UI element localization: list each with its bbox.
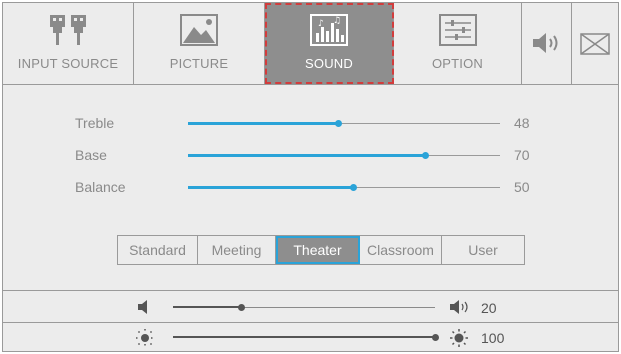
volume-slider-knob[interactable]	[238, 304, 245, 311]
tab-label: PICTURE	[169, 56, 229, 71]
volume-row: 20	[3, 290, 618, 322]
speaker-mute-icon	[136, 299, 150, 320]
picture-icon	[179, 13, 219, 52]
balance-slider-fill	[188, 186, 353, 189]
brightness-slider-knob[interactable]	[432, 334, 439, 341]
tab-picture[interactable]: PICTURE	[134, 3, 265, 84]
svg-text:♪: ♪	[318, 19, 324, 29]
brightness-high-icon	[449, 329, 469, 352]
mode-classroom[interactable]: Classroom	[360, 236, 442, 264]
volume-slider[interactable]	[173, 304, 435, 311]
svg-text:♫: ♫	[333, 16, 341, 26]
base-slider-fill	[188, 154, 425, 157]
brightness-value: 100	[481, 330, 505, 346]
base-label: Base	[75, 147, 107, 163]
mode-standard[interactable]: Standard	[118, 236, 198, 264]
mail-icon	[580, 33, 610, 60]
volume-value: 20	[481, 300, 497, 316]
brightness-slider[interactable]	[173, 334, 439, 341]
treble-slider-row: Treble 48	[3, 113, 618, 133]
input-source-icon	[48, 13, 88, 52]
mode-user[interactable]: User	[442, 236, 524, 264]
base-slider[interactable]	[188, 152, 500, 159]
tab-input-source[interactable]: INPUT SOURCE	[3, 3, 134, 84]
tab-label: INPUT SOURCE	[17, 56, 119, 71]
sound-panel: Treble 48 Base 70 Balance 50 Standard Me…	[3, 85, 618, 290]
menu-tab-bar: INPUT SOURCE PICTURE ♪ ♫ SOUND OPTION	[3, 3, 618, 85]
tab-speaker[interactable]	[522, 3, 572, 84]
base-slider-row: Base 70	[3, 145, 618, 165]
balance-slider[interactable]	[188, 184, 500, 191]
tab-mail[interactable]	[572, 3, 618, 84]
tab-option[interactable]: OPTION	[394, 3, 522, 84]
treble-slider[interactable]	[188, 120, 500, 127]
speaker-icon	[531, 31, 563, 60]
brightness-low-icon	[136, 329, 154, 352]
balance-label: Balance	[75, 179, 126, 195]
volume-slider-fill	[173, 306, 241, 308]
treble-value: 48	[514, 115, 530, 131]
speaker-volume-icon	[449, 299, 473, 320]
base-value: 70	[514, 147, 530, 163]
sound-mode-selector: Standard Meeting Theater Classroom User	[117, 235, 525, 265]
brightness-row: 100	[3, 322, 618, 351]
mode-theater[interactable]: Theater	[276, 236, 360, 264]
mode-meeting[interactable]: Meeting	[198, 236, 276, 264]
tab-label: SOUND	[305, 56, 353, 71]
tab-label: OPTION	[431, 56, 484, 71]
brightness-slider-fill	[173, 336, 435, 338]
treble-slider-knob[interactable]	[335, 120, 342, 127]
tab-sound[interactable]: ♪ ♫ SOUND	[265, 3, 394, 84]
balance-value: 50	[514, 179, 530, 195]
balance-slider-knob[interactable]	[350, 184, 357, 191]
base-slider-knob[interactable]	[422, 152, 429, 159]
treble-label: Treble	[75, 115, 115, 131]
sound-equalizer-icon: ♪ ♫	[309, 13, 349, 52]
option-sliders-icon	[438, 13, 478, 52]
treble-slider-fill	[188, 122, 338, 125]
osd-menu: INPUT SOURCE PICTURE ♪ ♫ SOUND OPTION Tr…	[2, 2, 619, 352]
balance-slider-row: Balance 50	[3, 177, 618, 197]
